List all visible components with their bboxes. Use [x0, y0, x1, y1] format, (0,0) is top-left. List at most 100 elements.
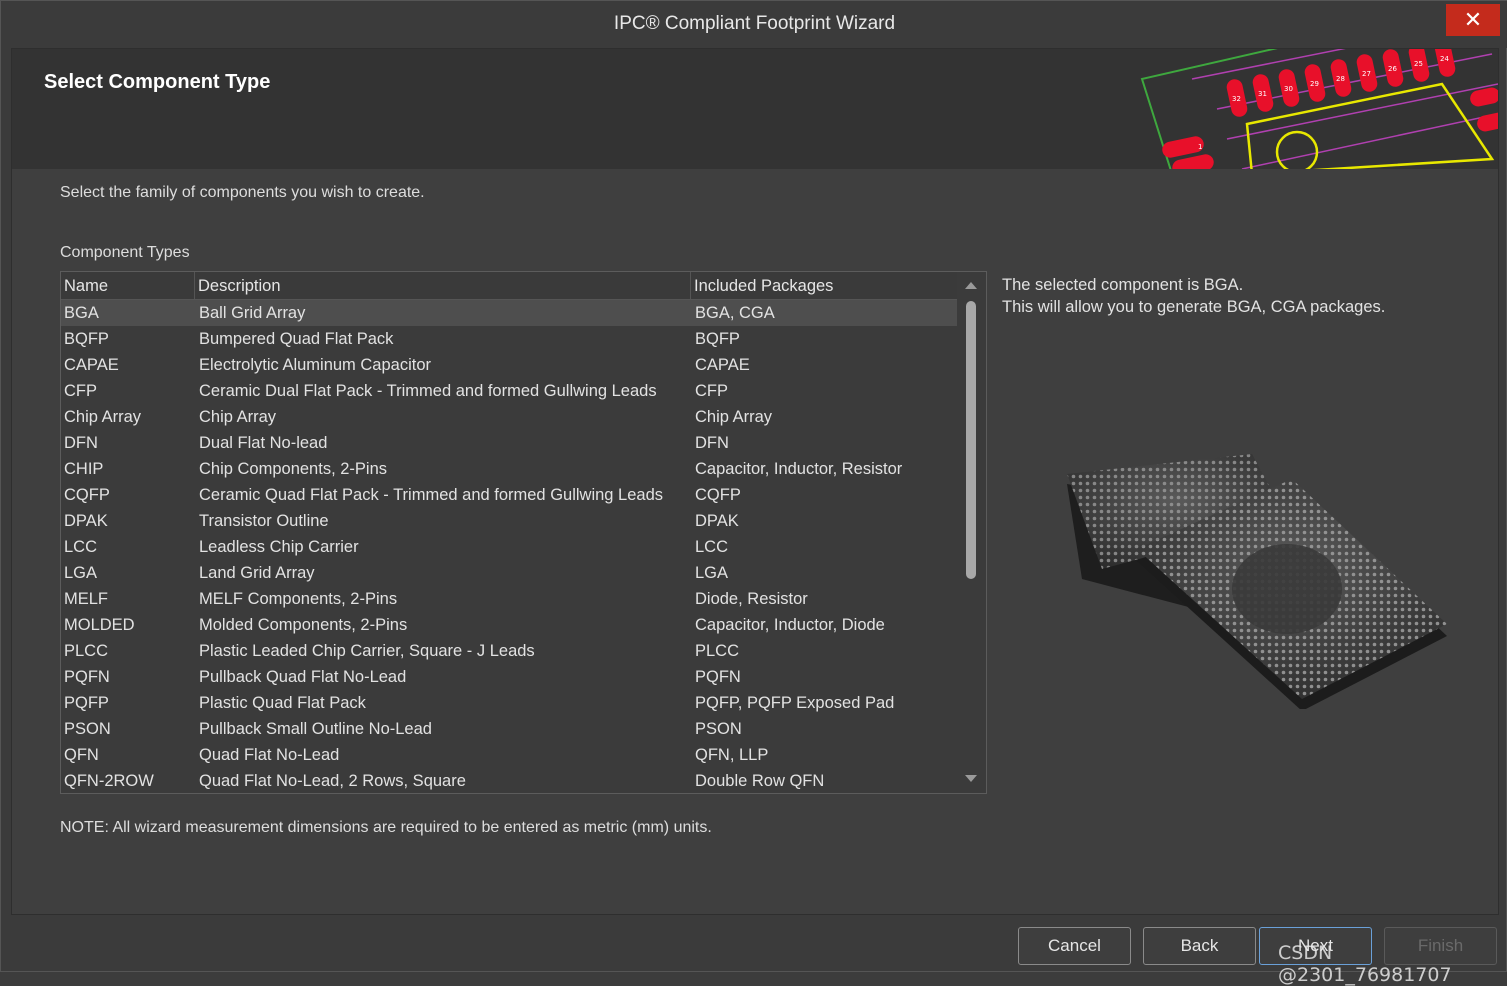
row-description-cell: Plastic Quad Flat Pack — [199, 694, 366, 712]
row-description-cell: Chip Array — [199, 408, 277, 426]
wizard-window: IPC® Compliant Footprint Wizard ✕ Select… — [0, 0, 1507, 986]
row-name-cell: MELF — [64, 590, 109, 608]
row-packages-cell: PQFP, PQFP Exposed Pad — [695, 694, 895, 712]
row-name-cell: PLCC — [64, 642, 109, 660]
row-packages-cell: LCC — [695, 538, 729, 556]
component-types-list[interactable]: Name Description Included Packages BGA Ba… — [60, 271, 987, 794]
row-packages-cell: Capacitor, Inductor, Diode — [695, 616, 885, 634]
row-description-cell: MELF Components, 2-Pins — [199, 590, 398, 608]
row-packages-cell: DPAK — [695, 512, 739, 530]
pad-label: 31 — [1258, 90, 1267, 98]
table-row[interactable]: PLCC Plastic Leaded Chip Carrier, Square … — [61, 638, 957, 664]
table-row[interactable]: LGA Land Grid Array LGA — [61, 560, 957, 586]
pad-label: 27 — [1362, 70, 1371, 78]
table-row[interactable]: PQFN Pullback Quad Flat No-Lead PQFN — [61, 664, 957, 690]
table-row[interactable]: DFN Dual Flat No-lead DFN — [61, 430, 957, 456]
row-description-cell: Quad Flat No-Lead, 2 Rows, Square — [199, 772, 466, 790]
scrollbar-thumb[interactable] — [966, 301, 976, 579]
row-packages-cell: PQFN — [695, 668, 741, 686]
row-name-cell: BGA — [64, 304, 99, 322]
row-packages-cell: Chip Array — [695, 408, 773, 426]
pad-label: 32 — [1232, 95, 1241, 103]
pad-label: 26 — [1388, 65, 1397, 73]
row-name-cell: MOLDED — [64, 616, 135, 634]
row-packages-cell: Diode, Resistor — [695, 590, 808, 608]
table-row[interactable]: DPAK Transistor Outline DPAK — [61, 508, 957, 534]
bga-chip-image — [1067, 454, 1447, 709]
column-header-description[interactable]: Description — [195, 272, 691, 300]
table-row[interactable]: CAPAE Electrolytic Aluminum Capacitor CAPA… — [61, 352, 957, 378]
row-description-cell: Dual Flat No-lead — [199, 434, 328, 452]
row-description-cell: Pullback Small Outline No-Lead — [199, 720, 432, 738]
table-row[interactable]: MOLDED Molded Components, 2-Pins Capacitor… — [61, 612, 957, 638]
selection-info-line2: This will allow you to generate BGA, CGA… — [1002, 298, 1386, 316]
row-description-cell: Ceramic Dual Flat Pack - Trimmed and for… — [199, 382, 657, 400]
table-row[interactable]: CHIP Chip Components, 2-Pins Capacitor, In… — [61, 456, 957, 482]
table-row[interactable]: QFN-2ROW Quad Flat No-Lead, 2 Rows, Squar… — [61, 768, 957, 793]
table-row[interactable]: BQFP Bumpered Quad Flat Pack BQFP — [61, 326, 957, 352]
pad-label: 1 — [1198, 143, 1202, 151]
table-row[interactable]: QFN Quad Flat No-Lead QFN, LLP — [61, 742, 957, 768]
pad-label: 25 — [1414, 60, 1423, 68]
row-name-cell: QFN-2ROW — [64, 772, 154, 790]
metric-units-note: NOTE: All wizard measurement dimensions … — [60, 819, 712, 836]
row-description-cell: Plastic Leaded Chip Carrier, Square - J … — [199, 642, 535, 660]
row-packages-cell: Double Row QFN — [695, 772, 825, 790]
row-name-cell: Chip Array — [64, 408, 142, 426]
row-description-cell: Leadless Chip Carrier — [199, 538, 359, 556]
row-packages-cell: BGA, CGA — [695, 304, 775, 322]
row-name-cell: CFP — [64, 382, 97, 400]
table-row[interactable]: MELF MELF Components, 2-Pins Diode, Resist… — [61, 586, 957, 612]
cancel-button[interactable]: Cancel — [1018, 927, 1131, 965]
back-button[interactable]: Back — [1143, 927, 1256, 965]
pcb-footprint-image: 32 31 30 29 28 27 26 25 24 1 — [1140, 49, 1498, 169]
row-description-cell: Ceramic Quad Flat Pack - Trimmed and for… — [199, 486, 664, 504]
table-row[interactable]: CQFP Ceramic Quad Flat Pack - Trimmed and… — [61, 482, 957, 508]
row-name-cell: DFN — [64, 434, 98, 452]
row-description-cell: Pullback Quad Flat No-Lead — [199, 668, 407, 686]
wizard-page: Select Component Type 32 31 30 29 28 27 … — [11, 48, 1499, 915]
page-title: Select Component Type — [44, 71, 271, 93]
scroll-up-arrow-icon[interactable] — [965, 282, 977, 289]
scroll-down-arrow-icon[interactable] — [965, 775, 977, 782]
row-description-cell: Ball Grid Array — [199, 304, 306, 322]
column-header-packages[interactable]: Included Packages — [691, 272, 957, 300]
selection-info: The selected component is BGA. This will… — [1002, 274, 1385, 318]
column-header-name[interactable]: Name — [61, 272, 195, 300]
pad-label: 28 — [1336, 75, 1345, 83]
row-packages-cell: PSON — [695, 720, 742, 738]
pad-label: 29 — [1310, 80, 1319, 88]
table-row[interactable]: CFP Ceramic Dual Flat Pack - Trimmed and … — [61, 378, 957, 404]
pad-label: 30 — [1284, 85, 1293, 93]
table-row[interactable]: LCC Leadless Chip Carrier LCC — [61, 534, 957, 560]
watermark: CSDN @2301_76981707 — [1278, 942, 1452, 986]
window-title: IPC® Compliant Footprint Wizard — [613, 13, 896, 34]
row-name-cell: PQFN — [64, 668, 110, 686]
row-description-cell: Electrolytic Aluminum Capacitor — [199, 356, 431, 374]
component-types-label: Component Types — [60, 244, 190, 261]
row-packages-cell: Capacitor, Inductor, Resistor — [695, 460, 903, 478]
row-description-cell: Chip Components, 2-Pins — [199, 460, 388, 478]
row-packages-cell: QFN, LLP — [695, 746, 769, 764]
table-row[interactable]: BGA Ball Grid Array BGA, CGA — [61, 300, 957, 326]
close-button[interactable]: ✕ — [1446, 4, 1500, 36]
table-row[interactable]: PQFP Plastic Quad Flat Pack PQFP, PQFP Exp… — [61, 690, 957, 716]
row-description-cell: Bumpered Quad Flat Pack — [199, 330, 394, 348]
row-name-cell: CHIP — [64, 460, 104, 478]
row-packages-cell: DFN — [695, 434, 729, 452]
row-name-cell: DPAK — [64, 512, 108, 530]
vertical-scrollbar[interactable] — [958, 272, 986, 793]
row-description-cell: Quad Flat No-Lead — [199, 746, 340, 764]
row-packages-cell: CAPAE — [695, 356, 750, 374]
row-name-cell: LGA — [64, 564, 98, 582]
row-description-cell: Transistor Outline — [199, 512, 329, 530]
selection-info-line1: The selected component is BGA. — [1002, 276, 1244, 294]
row-description-cell: Molded Components, 2-Pins — [199, 616, 408, 634]
title-bar: IPC® Compliant Footprint Wizard ✕ — [1, 1, 1507, 48]
row-name-cell: BQFP — [64, 330, 109, 348]
table-row[interactable]: Chip Array Chip Array Chip Array — [61, 404, 957, 430]
table-row[interactable]: PSON Pullback Small Outline No-Lead PSON — [61, 716, 957, 742]
pad-label: 24 — [1440, 55, 1449, 63]
row-packages-cell: PLCC — [695, 642, 740, 660]
row-name-cell: PQFP — [64, 694, 109, 712]
